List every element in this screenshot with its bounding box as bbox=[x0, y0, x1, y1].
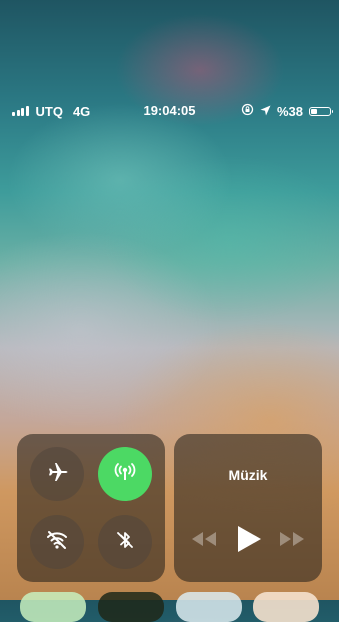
wifi-off-icon bbox=[44, 527, 70, 558]
status-right: %38 bbox=[241, 101, 333, 121]
bluetooth-off-icon bbox=[112, 527, 138, 558]
cellular-antenna-icon bbox=[112, 459, 138, 490]
location-icon bbox=[260, 104, 271, 119]
airplane-icon bbox=[45, 460, 69, 489]
rewind-icon bbox=[190, 530, 218, 553]
wifi-toggle[interactable] bbox=[30, 515, 84, 569]
music-module[interactable]: Müzik bbox=[174, 434, 322, 582]
play-icon bbox=[235, 524, 263, 559]
music-title: Müzik bbox=[228, 467, 268, 483]
play-button[interactable] bbox=[234, 524, 264, 559]
fast-forward-icon bbox=[278, 530, 306, 553]
control-tile[interactable] bbox=[253, 592, 319, 622]
battery-level bbox=[311, 108, 317, 114]
control-tile[interactable] bbox=[20, 592, 86, 622]
control-tile[interactable] bbox=[176, 592, 242, 622]
battery-percentage: %38 bbox=[276, 103, 303, 119]
battery-icon bbox=[309, 106, 333, 116]
bluetooth-toggle[interactable] bbox=[98, 515, 152, 569]
control-tile[interactable] bbox=[98, 592, 164, 622]
airplane-mode-toggle[interactable] bbox=[30, 447, 84, 501]
connectivity-module bbox=[17, 434, 165, 582]
rewind-button[interactable] bbox=[190, 530, 218, 553]
status-bar: UTQ 4G 19:04:05 %38 bbox=[0, 101, 339, 121]
cellular-data-toggle[interactable] bbox=[98, 447, 152, 501]
rotation-lock-icon bbox=[241, 103, 254, 119]
fast-forward-button[interactable] bbox=[278, 530, 306, 553]
